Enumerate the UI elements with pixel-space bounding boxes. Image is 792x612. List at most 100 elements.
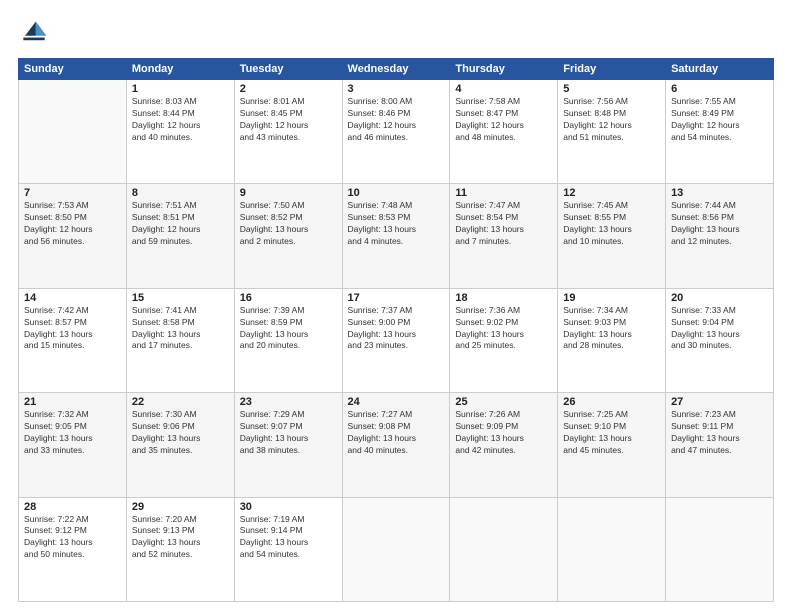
- page: SundayMondayTuesdayWednesdayThursdayFrid…: [0, 0, 792, 612]
- day-number: 13: [671, 187, 768, 199]
- day-number: 28: [24, 501, 121, 513]
- day-header-monday: Monday: [126, 59, 234, 80]
- day-header-tuesday: Tuesday: [234, 59, 342, 80]
- day-number: 17: [348, 292, 445, 304]
- day-info: Sunrise: 7:48 AM Sunset: 8:53 PM Dayligh…: [348, 200, 445, 248]
- day-info: Sunrise: 8:01 AM Sunset: 8:45 PM Dayligh…: [240, 96, 337, 144]
- day-info: Sunrise: 7:56 AM Sunset: 8:48 PM Dayligh…: [563, 96, 660, 144]
- calendar-cell: 16Sunrise: 7:39 AM Sunset: 8:59 PM Dayli…: [234, 288, 342, 392]
- calendar-cell: 20Sunrise: 7:33 AM Sunset: 9:04 PM Dayli…: [666, 288, 774, 392]
- calendar-cell: 26Sunrise: 7:25 AM Sunset: 9:10 PM Dayli…: [558, 393, 666, 497]
- day-info: Sunrise: 7:53 AM Sunset: 8:50 PM Dayligh…: [24, 200, 121, 248]
- day-info: Sunrise: 7:42 AM Sunset: 8:57 PM Dayligh…: [24, 305, 121, 353]
- day-info: Sunrise: 7:29 AM Sunset: 9:07 PM Dayligh…: [240, 409, 337, 457]
- calendar-cell: 5Sunrise: 7:56 AM Sunset: 8:48 PM Daylig…: [558, 80, 666, 184]
- calendar-header-row: SundayMondayTuesdayWednesdayThursdayFrid…: [19, 59, 774, 80]
- day-number: 30: [240, 501, 337, 513]
- day-info: Sunrise: 7:41 AM Sunset: 8:58 PM Dayligh…: [132, 305, 229, 353]
- day-number: 3: [348, 83, 445, 95]
- day-info: Sunrise: 7:39 AM Sunset: 8:59 PM Dayligh…: [240, 305, 337, 353]
- day-number: 15: [132, 292, 229, 304]
- day-header-saturday: Saturday: [666, 59, 774, 80]
- day-number: 20: [671, 292, 768, 304]
- calendar-cell: 19Sunrise: 7:34 AM Sunset: 9:03 PM Dayli…: [558, 288, 666, 392]
- day-info: Sunrise: 7:23 AM Sunset: 9:11 PM Dayligh…: [671, 409, 768, 457]
- day-number: 1: [132, 83, 229, 95]
- day-number: 29: [132, 501, 229, 513]
- calendar-cell: 4Sunrise: 7:58 AM Sunset: 8:47 PM Daylig…: [450, 80, 558, 184]
- day-number: 23: [240, 396, 337, 408]
- calendar-cell: [19, 80, 127, 184]
- calendar-table: SundayMondayTuesdayWednesdayThursdayFrid…: [18, 58, 774, 602]
- day-header-thursday: Thursday: [450, 59, 558, 80]
- calendar-cell: [342, 497, 450, 601]
- day-info: Sunrise: 7:33 AM Sunset: 9:04 PM Dayligh…: [671, 305, 768, 353]
- day-number: 25: [455, 396, 552, 408]
- day-number: 12: [563, 187, 660, 199]
- calendar-cell: 22Sunrise: 7:30 AM Sunset: 9:06 PM Dayli…: [126, 393, 234, 497]
- calendar-cell: [558, 497, 666, 601]
- day-number: 18: [455, 292, 552, 304]
- header: [18, 18, 774, 50]
- day-info: Sunrise: 7:51 AM Sunset: 8:51 PM Dayligh…: [132, 200, 229, 248]
- day-number: 9: [240, 187, 337, 199]
- calendar-cell: 9Sunrise: 7:50 AM Sunset: 8:52 PM Daylig…: [234, 184, 342, 288]
- day-number: 2: [240, 83, 337, 95]
- calendar-week-row: 1Sunrise: 8:03 AM Sunset: 8:44 PM Daylig…: [19, 80, 774, 184]
- day-info: Sunrise: 7:36 AM Sunset: 9:02 PM Dayligh…: [455, 305, 552, 353]
- day-info: Sunrise: 7:25 AM Sunset: 9:10 PM Dayligh…: [563, 409, 660, 457]
- day-info: Sunrise: 7:26 AM Sunset: 9:09 PM Dayligh…: [455, 409, 552, 457]
- day-info: Sunrise: 7:45 AM Sunset: 8:55 PM Dayligh…: [563, 200, 660, 248]
- day-header-friday: Friday: [558, 59, 666, 80]
- calendar-cell: 3Sunrise: 8:00 AM Sunset: 8:46 PM Daylig…: [342, 80, 450, 184]
- day-info: Sunrise: 7:47 AM Sunset: 8:54 PM Dayligh…: [455, 200, 552, 248]
- calendar-cell: [450, 497, 558, 601]
- day-info: Sunrise: 7:50 AM Sunset: 8:52 PM Dayligh…: [240, 200, 337, 248]
- day-number: 21: [24, 396, 121, 408]
- calendar-cell: 12Sunrise: 7:45 AM Sunset: 8:55 PM Dayli…: [558, 184, 666, 288]
- logo: [18, 18, 54, 50]
- day-info: Sunrise: 8:03 AM Sunset: 8:44 PM Dayligh…: [132, 96, 229, 144]
- day-number: 14: [24, 292, 121, 304]
- calendar-week-row: 28Sunrise: 7:22 AM Sunset: 9:12 PM Dayli…: [19, 497, 774, 601]
- calendar-cell: 17Sunrise: 7:37 AM Sunset: 9:00 PM Dayli…: [342, 288, 450, 392]
- day-info: Sunrise: 7:44 AM Sunset: 8:56 PM Dayligh…: [671, 200, 768, 248]
- calendar-cell: 28Sunrise: 7:22 AM Sunset: 9:12 PM Dayli…: [19, 497, 127, 601]
- day-info: Sunrise: 7:37 AM Sunset: 9:00 PM Dayligh…: [348, 305, 445, 353]
- day-info: Sunrise: 7:27 AM Sunset: 9:08 PM Dayligh…: [348, 409, 445, 457]
- day-number: 26: [563, 396, 660, 408]
- calendar-cell: 23Sunrise: 7:29 AM Sunset: 9:07 PM Dayli…: [234, 393, 342, 497]
- day-number: 7: [24, 187, 121, 199]
- calendar-cell: 1Sunrise: 8:03 AM Sunset: 8:44 PM Daylig…: [126, 80, 234, 184]
- calendar-cell: 10Sunrise: 7:48 AM Sunset: 8:53 PM Dayli…: [342, 184, 450, 288]
- day-number: 16: [240, 292, 337, 304]
- day-number: 4: [455, 83, 552, 95]
- day-number: 11: [455, 187, 552, 199]
- calendar-cell: 21Sunrise: 7:32 AM Sunset: 9:05 PM Dayli…: [19, 393, 127, 497]
- calendar-cell: 8Sunrise: 7:51 AM Sunset: 8:51 PM Daylig…: [126, 184, 234, 288]
- calendar-cell: 24Sunrise: 7:27 AM Sunset: 9:08 PM Dayli…: [342, 393, 450, 497]
- day-info: Sunrise: 7:34 AM Sunset: 9:03 PM Dayligh…: [563, 305, 660, 353]
- day-info: Sunrise: 7:19 AM Sunset: 9:14 PM Dayligh…: [240, 514, 337, 562]
- day-info: Sunrise: 7:55 AM Sunset: 8:49 PM Dayligh…: [671, 96, 768, 144]
- day-info: Sunrise: 7:20 AM Sunset: 9:13 PM Dayligh…: [132, 514, 229, 562]
- calendar-cell: 30Sunrise: 7:19 AM Sunset: 9:14 PM Dayli…: [234, 497, 342, 601]
- day-info: Sunrise: 7:30 AM Sunset: 9:06 PM Dayligh…: [132, 409, 229, 457]
- day-number: 19: [563, 292, 660, 304]
- day-info: Sunrise: 7:22 AM Sunset: 9:12 PM Dayligh…: [24, 514, 121, 562]
- day-header-wednesday: Wednesday: [342, 59, 450, 80]
- day-number: 24: [348, 396, 445, 408]
- day-header-sunday: Sunday: [19, 59, 127, 80]
- day-info: Sunrise: 7:58 AM Sunset: 8:47 PM Dayligh…: [455, 96, 552, 144]
- day-info: Sunrise: 7:32 AM Sunset: 9:05 PM Dayligh…: [24, 409, 121, 457]
- calendar-cell: 15Sunrise: 7:41 AM Sunset: 8:58 PM Dayli…: [126, 288, 234, 392]
- day-number: 8: [132, 187, 229, 199]
- day-number: 5: [563, 83, 660, 95]
- calendar-week-row: 14Sunrise: 7:42 AM Sunset: 8:57 PM Dayli…: [19, 288, 774, 392]
- calendar-cell: 2Sunrise: 8:01 AM Sunset: 8:45 PM Daylig…: [234, 80, 342, 184]
- logo-icon: [18, 18, 50, 50]
- calendar-cell: 14Sunrise: 7:42 AM Sunset: 8:57 PM Dayli…: [19, 288, 127, 392]
- day-number: 22: [132, 396, 229, 408]
- calendar-cell: 29Sunrise: 7:20 AM Sunset: 9:13 PM Dayli…: [126, 497, 234, 601]
- calendar-cell: 27Sunrise: 7:23 AM Sunset: 9:11 PM Dayli…: [666, 393, 774, 497]
